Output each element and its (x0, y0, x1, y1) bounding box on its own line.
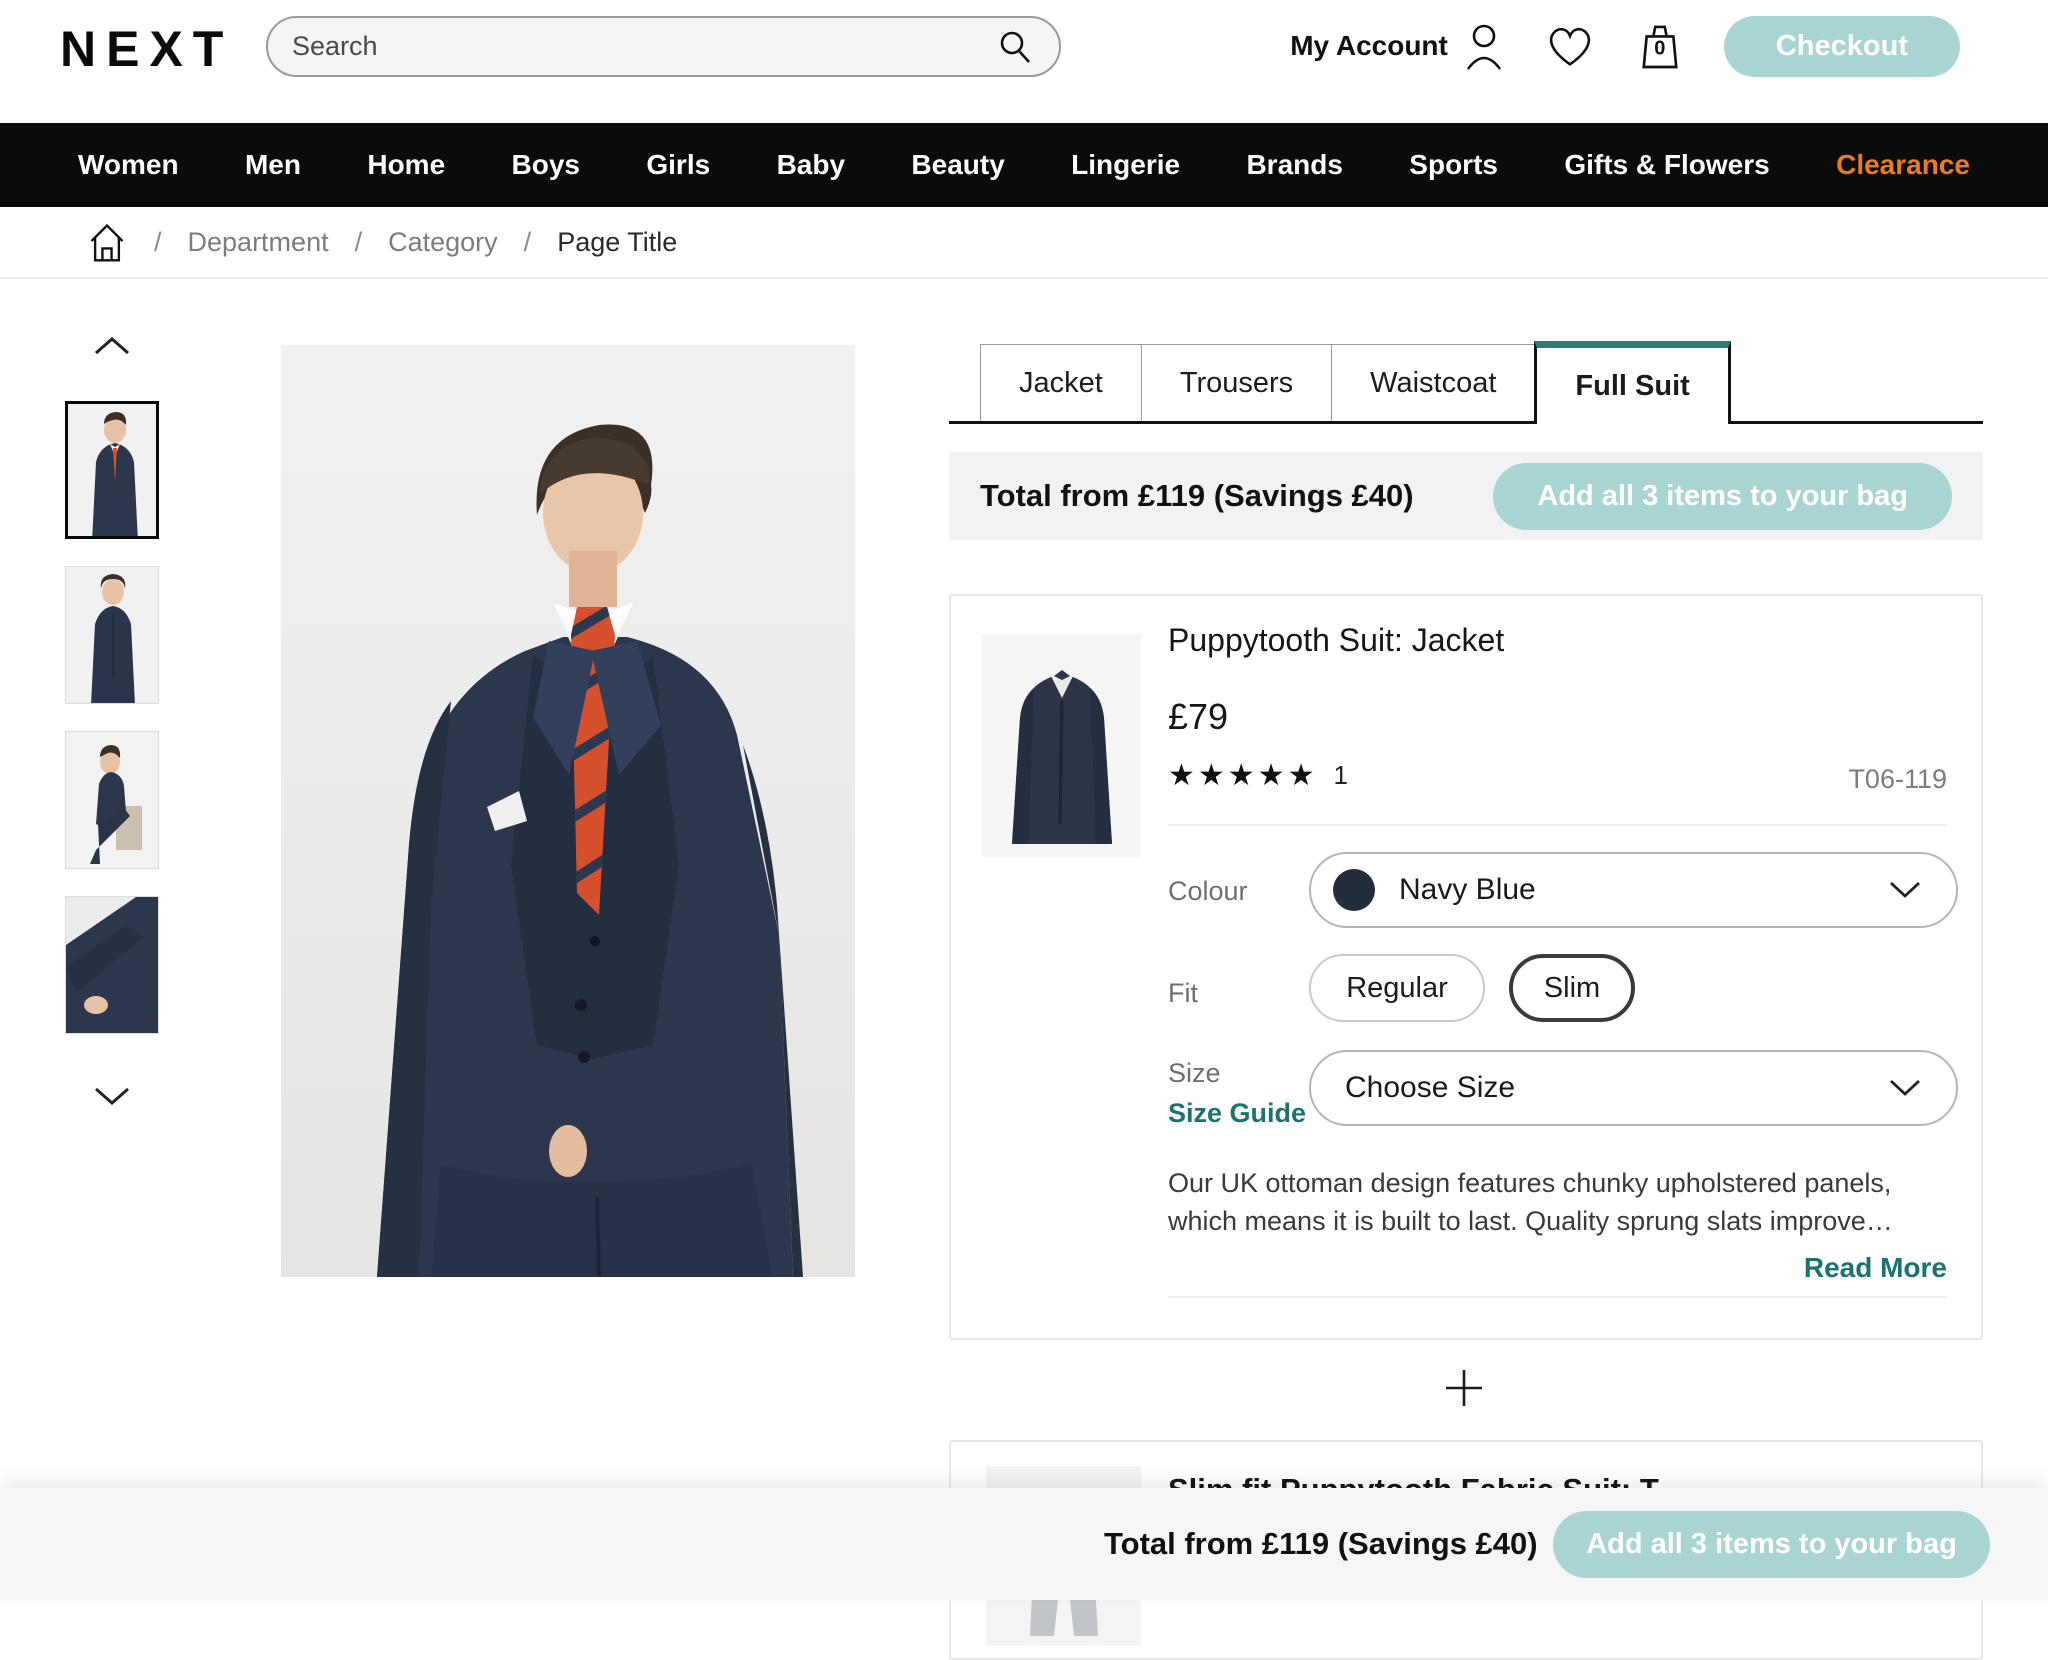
plus-icon (1428, 1366, 1500, 1410)
nav-item-brands[interactable]: Brands (1246, 149, 1342, 181)
search-icon[interactable] (995, 27, 1035, 67)
product-page: NEXT My Account (0, 0, 2048, 1660)
add-all-items-button[interactable]: Add all 3 items to your bag (1493, 462, 1952, 530)
gallery-thumbnail-1[interactable] (65, 401, 159, 539)
breadcrumb: / Department / Category / Page Title (0, 207, 2048, 279)
fit-option-regular[interactable]: Regular (1309, 954, 1485, 1022)
tab-jacket[interactable]: Jacket (980, 344, 1142, 421)
colour-select[interactable]: Navy Blue (1309, 852, 1958, 928)
sticky-add-all-items-button[interactable]: Add all 3 items to your bag (1553, 1510, 1990, 1578)
breadcrumb-department[interactable]: Department (188, 227, 329, 258)
bundle-total-text: Total from £119 (Savings £40) (980, 478, 1414, 513)
header-actions: My Account 0 Checkout (1290, 0, 1960, 92)
nav-item-clearance[interactable]: Clearance (1836, 149, 1970, 181)
sticky-total-text: Total from £119 (Savings £40) (1104, 1526, 1538, 1561)
product-price: £79 (1168, 696, 1229, 737)
gallery-thumbnail-3[interactable] (65, 731, 159, 869)
breadcrumb-page-title: Page Title (557, 226, 678, 257)
colour-selected-value: Navy Blue (1399, 873, 1536, 906)
next-logo[interactable]: NEXT (60, 20, 233, 78)
product-options-panel: Jacket Trousers Waistcoat Full Suit Tota… (949, 341, 1983, 1660)
breadcrumb-separator: / (354, 226, 363, 257)
my-account-label: My Account (1290, 30, 1448, 61)
heart-icon (1546, 24, 1594, 68)
thumbnail-rail (62, 335, 162, 371)
garment-tabs: Jacket Trousers Waistcoat Full Suit (949, 341, 1983, 424)
fit-label: Fit (1168, 978, 1198, 1008)
product-card-jacket: Puppytooth Suit: Jacket £79 ★★★★★ 1 T06-… (949, 594, 1983, 1340)
size-select[interactable]: Choose Size (1309, 1050, 1958, 1126)
nav-item-lingerie[interactable]: Lingerie (1071, 149, 1180, 181)
nav-item-beauty[interactable]: Beauty (911, 149, 1004, 181)
nav-item-baby[interactable]: Baby (777, 149, 845, 181)
nav-item-sports[interactable]: Sports (1409, 149, 1498, 181)
product-title[interactable]: Puppytooth Suit: Jacket (1168, 622, 1504, 659)
fit-option-slim[interactable]: Slim (1509, 954, 1635, 1022)
nav-item-women[interactable]: Women (78, 149, 179, 181)
gallery-thumbnail-2[interactable] (65, 566, 159, 704)
chevron-down-icon (1888, 880, 1922, 900)
star-rating-icons: ★★★★★ (1168, 759, 1318, 792)
nav-item-home[interactable]: Home (367, 149, 445, 181)
home-icon[interactable] (86, 221, 128, 263)
size-selected-value: Choose Size (1345, 1071, 1516, 1104)
size-guide-link[interactable]: Size Guide (1168, 1098, 1306, 1129)
bundle-summary-bar: Total from £119 (Savings £40) Add all 3 … (949, 452, 1983, 540)
review-count: 1 (1333, 760, 1348, 790)
my-account-button[interactable]: My Account (1290, 21, 1506, 71)
item-code: T06-119 (1848, 764, 1947, 794)
primary-nav: Women Men Home Boys Girls Baby Beauty Li… (0, 123, 2048, 207)
rating-row[interactable]: ★★★★★ 1 (1168, 758, 1348, 793)
read-more-link[interactable]: Read More (1804, 1252, 1947, 1284)
header: NEXT My Account (0, 0, 2048, 123)
colour-swatch-navy (1333, 869, 1375, 911)
nav-item-gifts-flowers[interactable]: Gifts & Flowers (1564, 149, 1769, 181)
tab-trousers[interactable]: Trousers (1140, 344, 1333, 421)
product-description: Our UK ottoman design features chunky up… (1168, 1168, 1893, 1236)
breadcrumb-separator: / (154, 226, 162, 257)
bag-count-badge: 0 (1654, 37, 1666, 60)
size-label: Size (1168, 1058, 1221, 1088)
search-bar[interactable] (266, 16, 1061, 77)
jacket-thumbnail-image[interactable] (982, 634, 1141, 857)
sticky-checkout-bar: Total from £119 (Savings £40) Add all 3 … (0, 1488, 2048, 1600)
divider (1168, 824, 1947, 826)
user-icon (1462, 21, 1506, 71)
divider (1168, 1296, 1947, 1298)
main-product-image[interactable] (281, 345, 855, 1277)
thumbnails-scroll-down-button[interactable] (62, 1085, 162, 1121)
nav-item-men[interactable]: Men (245, 149, 301, 181)
breadcrumb-category[interactable]: Category (388, 227, 498, 258)
tab-waistcoat[interactable]: Waistcoat (1331, 344, 1536, 421)
wishlist-button[interactable] (1544, 20, 1596, 72)
nav-item-girls[interactable]: Girls (646, 149, 710, 181)
nav-item-boys[interactable]: Boys (512, 149, 580, 181)
chevron-down-icon (1888, 1078, 1922, 1098)
checkout-button[interactable]: Checkout (1723, 15, 1960, 77)
bag-button[interactable]: 0 (1634, 20, 1686, 72)
gallery-thumbnail-4[interactable] (65, 896, 159, 1034)
search-input[interactable] (292, 31, 995, 62)
colour-label: Colour (1168, 876, 1248, 906)
breadcrumb-separator: / (523, 226, 532, 257)
thumbnails-scroll-up-button[interactable] (62, 335, 162, 371)
tab-full-suit[interactable]: Full Suit (1534, 341, 1731, 424)
